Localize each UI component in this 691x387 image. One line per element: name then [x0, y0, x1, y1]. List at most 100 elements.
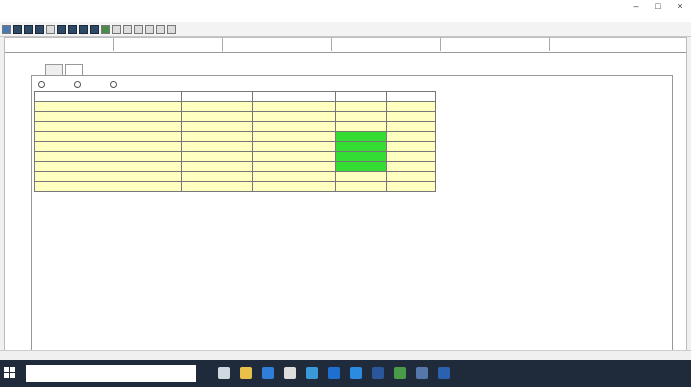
cell-error[interactable] — [335, 181, 387, 192]
cell-parameters[interactable] — [252, 101, 336, 112]
cell-value[interactable] — [181, 111, 253, 122]
app-icon-2[interactable] — [372, 367, 384, 379]
chrome-icon[interactable] — [284, 367, 296, 379]
excel-icon[interactable] — [394, 367, 406, 379]
app-icon[interactable] — [306, 367, 318, 379]
cell-parameter-name[interactable] — [34, 121, 182, 132]
windows-start-icon[interactable] — [4, 367, 16, 379]
taskbar — [0, 360, 691, 387]
cell-tolerance[interactable] — [386, 151, 436, 162]
cell-error[interactable] — [335, 171, 387, 182]
cell-value[interactable] — [181, 151, 253, 162]
tab-5[interactable] — [441, 38, 550, 51]
maximize-button[interactable]: □ — [647, 0, 669, 12]
cell-parameters[interactable] — [252, 131, 336, 142]
cell-parameter-name[interactable] — [34, 111, 182, 122]
cell-value[interactable] — [181, 141, 253, 152]
word-icon[interactable] — [328, 367, 340, 379]
toolbar-button-7[interactable] — [68, 24, 77, 34]
cell-error[interactable] — [335, 121, 387, 132]
cell-tolerance[interactable] — [386, 171, 436, 182]
toolbar-button-5[interactable] — [46, 24, 55, 34]
cell-value[interactable] — [181, 131, 253, 142]
header-value — [181, 91, 253, 102]
cell-value[interactable] — [181, 171, 253, 182]
toolbar-button-3[interactable] — [24, 24, 33, 34]
toolbar-button-10[interactable] — [101, 24, 110, 34]
cell-parameters[interactable] — [252, 111, 336, 122]
window-controls: – □ × — [625, 0, 691, 12]
cell-parameter-name[interactable] — [34, 171, 182, 182]
cell-value[interactable] — [181, 161, 253, 172]
cell-tolerance[interactable] — [386, 141, 436, 152]
option-3[interactable] — [110, 81, 120, 88]
cell-parameter-name[interactable] — [34, 151, 182, 162]
tab-2[interactable] — [114, 38, 223, 52]
file-explorer-icon[interactable] — [240, 367, 252, 379]
toolbar-button-9[interactable] — [90, 24, 99, 34]
options-row — [38, 81, 146, 88]
cell-parameter-name[interactable] — [34, 101, 182, 112]
toolbar-button-2[interactable] — [13, 24, 22, 34]
cell-parameters[interactable] — [252, 141, 336, 152]
cell-parameter-name[interactable] — [34, 131, 182, 142]
minimize-button[interactable]: – — [625, 0, 647, 12]
toolbar-button-15[interactable] — [156, 24, 165, 34]
cell-error[interactable] — [335, 131, 387, 142]
cell-parameter-name[interactable] — [34, 181, 182, 192]
cell-tolerance[interactable] — [386, 111, 436, 122]
cell-tolerance[interactable] — [386, 181, 436, 192]
sub-tab-strip — [45, 64, 85, 75]
cell-error[interactable] — [335, 151, 387, 162]
taskbar-search[interactable] — [26, 365, 196, 382]
cell-value[interactable] — [181, 121, 253, 132]
tab-1[interactable] — [5, 38, 114, 51]
app-icon-4[interactable] — [438, 367, 450, 379]
mail-icon[interactable] — [350, 367, 362, 379]
cell-tolerance[interactable] — [386, 161, 436, 172]
cell-parameters[interactable] — [252, 181, 336, 192]
cell-parameters[interactable] — [252, 161, 336, 172]
tab-3[interactable] — [223, 38, 332, 51]
tab-strip — [5, 38, 686, 53]
toolbar-button-12[interactable] — [123, 24, 132, 34]
cell-error[interactable] — [335, 111, 387, 122]
cell-tolerance[interactable] — [386, 121, 436, 132]
cell-parameters[interactable] — [252, 171, 336, 182]
cell-tolerance[interactable] — [386, 101, 436, 112]
toolbar-button-1[interactable] — [2, 24, 11, 34]
toolbar-button-11[interactable] — [112, 24, 121, 34]
cell-parameter-name[interactable] — [34, 161, 182, 172]
cell-parameter-name[interactable] — [34, 141, 182, 152]
option-2[interactable] — [74, 81, 84, 88]
table-row — [34, 151, 436, 162]
radio-icon — [110, 81, 117, 88]
toolbar-button-8[interactable] — [79, 24, 88, 34]
cell-value[interactable] — [181, 101, 253, 112]
app-icon-3[interactable] — [416, 367, 428, 379]
toolbar-button-6[interactable] — [57, 24, 66, 34]
task-view-icon[interactable] — [218, 367, 230, 379]
cell-error[interactable] — [335, 161, 387, 172]
table-row — [34, 161, 436, 172]
cell-parameters[interactable] — [252, 151, 336, 162]
table-row — [34, 131, 436, 142]
option-1[interactable] — [38, 81, 48, 88]
subtab-2[interactable] — [65, 64, 83, 75]
toolbar-button-14[interactable] — [145, 24, 154, 34]
radio-icon — [74, 81, 81, 88]
toolbar-button-13[interactable] — [134, 24, 143, 34]
subtab-1[interactable] — [45, 64, 63, 75]
tab-4[interactable] — [332, 38, 441, 51]
cell-parameters[interactable] — [252, 121, 336, 132]
toolbar-button-16[interactable] — [167, 24, 176, 34]
cell-error[interactable] — [335, 141, 387, 152]
cell-value[interactable] — [181, 181, 253, 192]
table-row — [34, 171, 436, 182]
edge-icon[interactable] — [262, 367, 274, 379]
cell-error[interactable] — [335, 101, 387, 112]
toolbar-button-4[interactable] — [35, 24, 44, 34]
close-button[interactable]: × — [669, 0, 691, 12]
parameters-table — [34, 91, 436, 192]
cell-tolerance[interactable] — [386, 131, 436, 142]
